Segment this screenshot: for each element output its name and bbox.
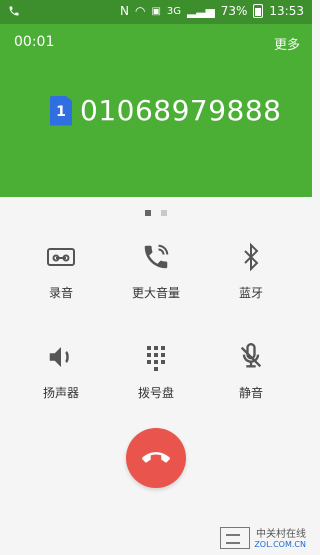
sim-card-icon: 1 [50,95,72,126]
sim-status-icon: ▣ [151,5,161,17]
page-dot [161,210,167,216]
mute-button[interactable]: 静音 [210,340,292,412]
signal-icon: ▂▃▅ [187,4,215,18]
watermark: 中关村在线 ZOL.COM.CN [220,525,306,549]
phone-number: 01068979888 [80,94,282,127]
caller-info: 1 01068979888 [50,94,281,127]
extra-volume-button[interactable]: 更大音量 [115,240,197,312]
phone-icon [9,6,19,16]
battery-icon [253,4,264,18]
speaker-icon [44,340,78,374]
microphone-muted-icon [234,340,268,374]
zol-logo-icon [220,527,251,549]
page-indicator [0,210,312,216]
hang-up-icon [142,452,170,463]
watermark-text: 中关村在线 ZOL.COM.CN [254,525,306,549]
record-button[interactable]: 录音 [20,240,102,312]
watermark-cn: 中关村在线 [256,529,306,540]
bluetooth-label: 蓝牙 [238,286,263,300]
dialpad-button[interactable]: 拨号盘 [115,340,197,412]
call-volume-icon [139,240,173,274]
dialpad-icon [139,340,173,374]
phone-call-status-icon [8,5,20,20]
bluetooth-button[interactable]: 蓝牙 [210,240,292,312]
wifi-icon: ◠ [134,4,146,18]
call-actions-grid: 录音 更大音量 蓝牙 扬声器 拨号盘 静音 [0,240,312,412]
bluetooth-icon [234,240,268,274]
network-type: 3G [166,5,182,17]
watermark-url: ZOL.COM.CN [254,540,306,549]
call-header: 00:01 更多 1 01068979888 [0,24,312,197]
status-bar: N ◠ ▣ 3G ▂▃▅ 73% 13:53 [0,0,312,24]
nfc-icon: N [120,4,129,18]
extra-volume-label: 更大音量 [131,286,180,300]
status-bar-right: N ◠ ▣ 3G ▂▃▅ 73% 13:53 [120,4,304,18]
call-timer: 00:01 [14,34,55,50]
speaker-button[interactable]: 扬声器 [20,340,102,412]
mute-label: 静音 [238,386,263,400]
clock: 13:53 [269,4,304,18]
speaker-label: 扬声器 [42,386,79,400]
dialpad-label: 拨号盘 [137,386,174,400]
end-call-button[interactable] [126,428,186,488]
record-label: 录音 [48,286,73,300]
battery-percent: 73% [220,4,248,18]
tape-recorder-icon [44,240,78,274]
page-dot-active [145,210,151,216]
sim-slot-number: 1 [56,103,66,120]
more-button[interactable]: 更多 [274,34,300,53]
